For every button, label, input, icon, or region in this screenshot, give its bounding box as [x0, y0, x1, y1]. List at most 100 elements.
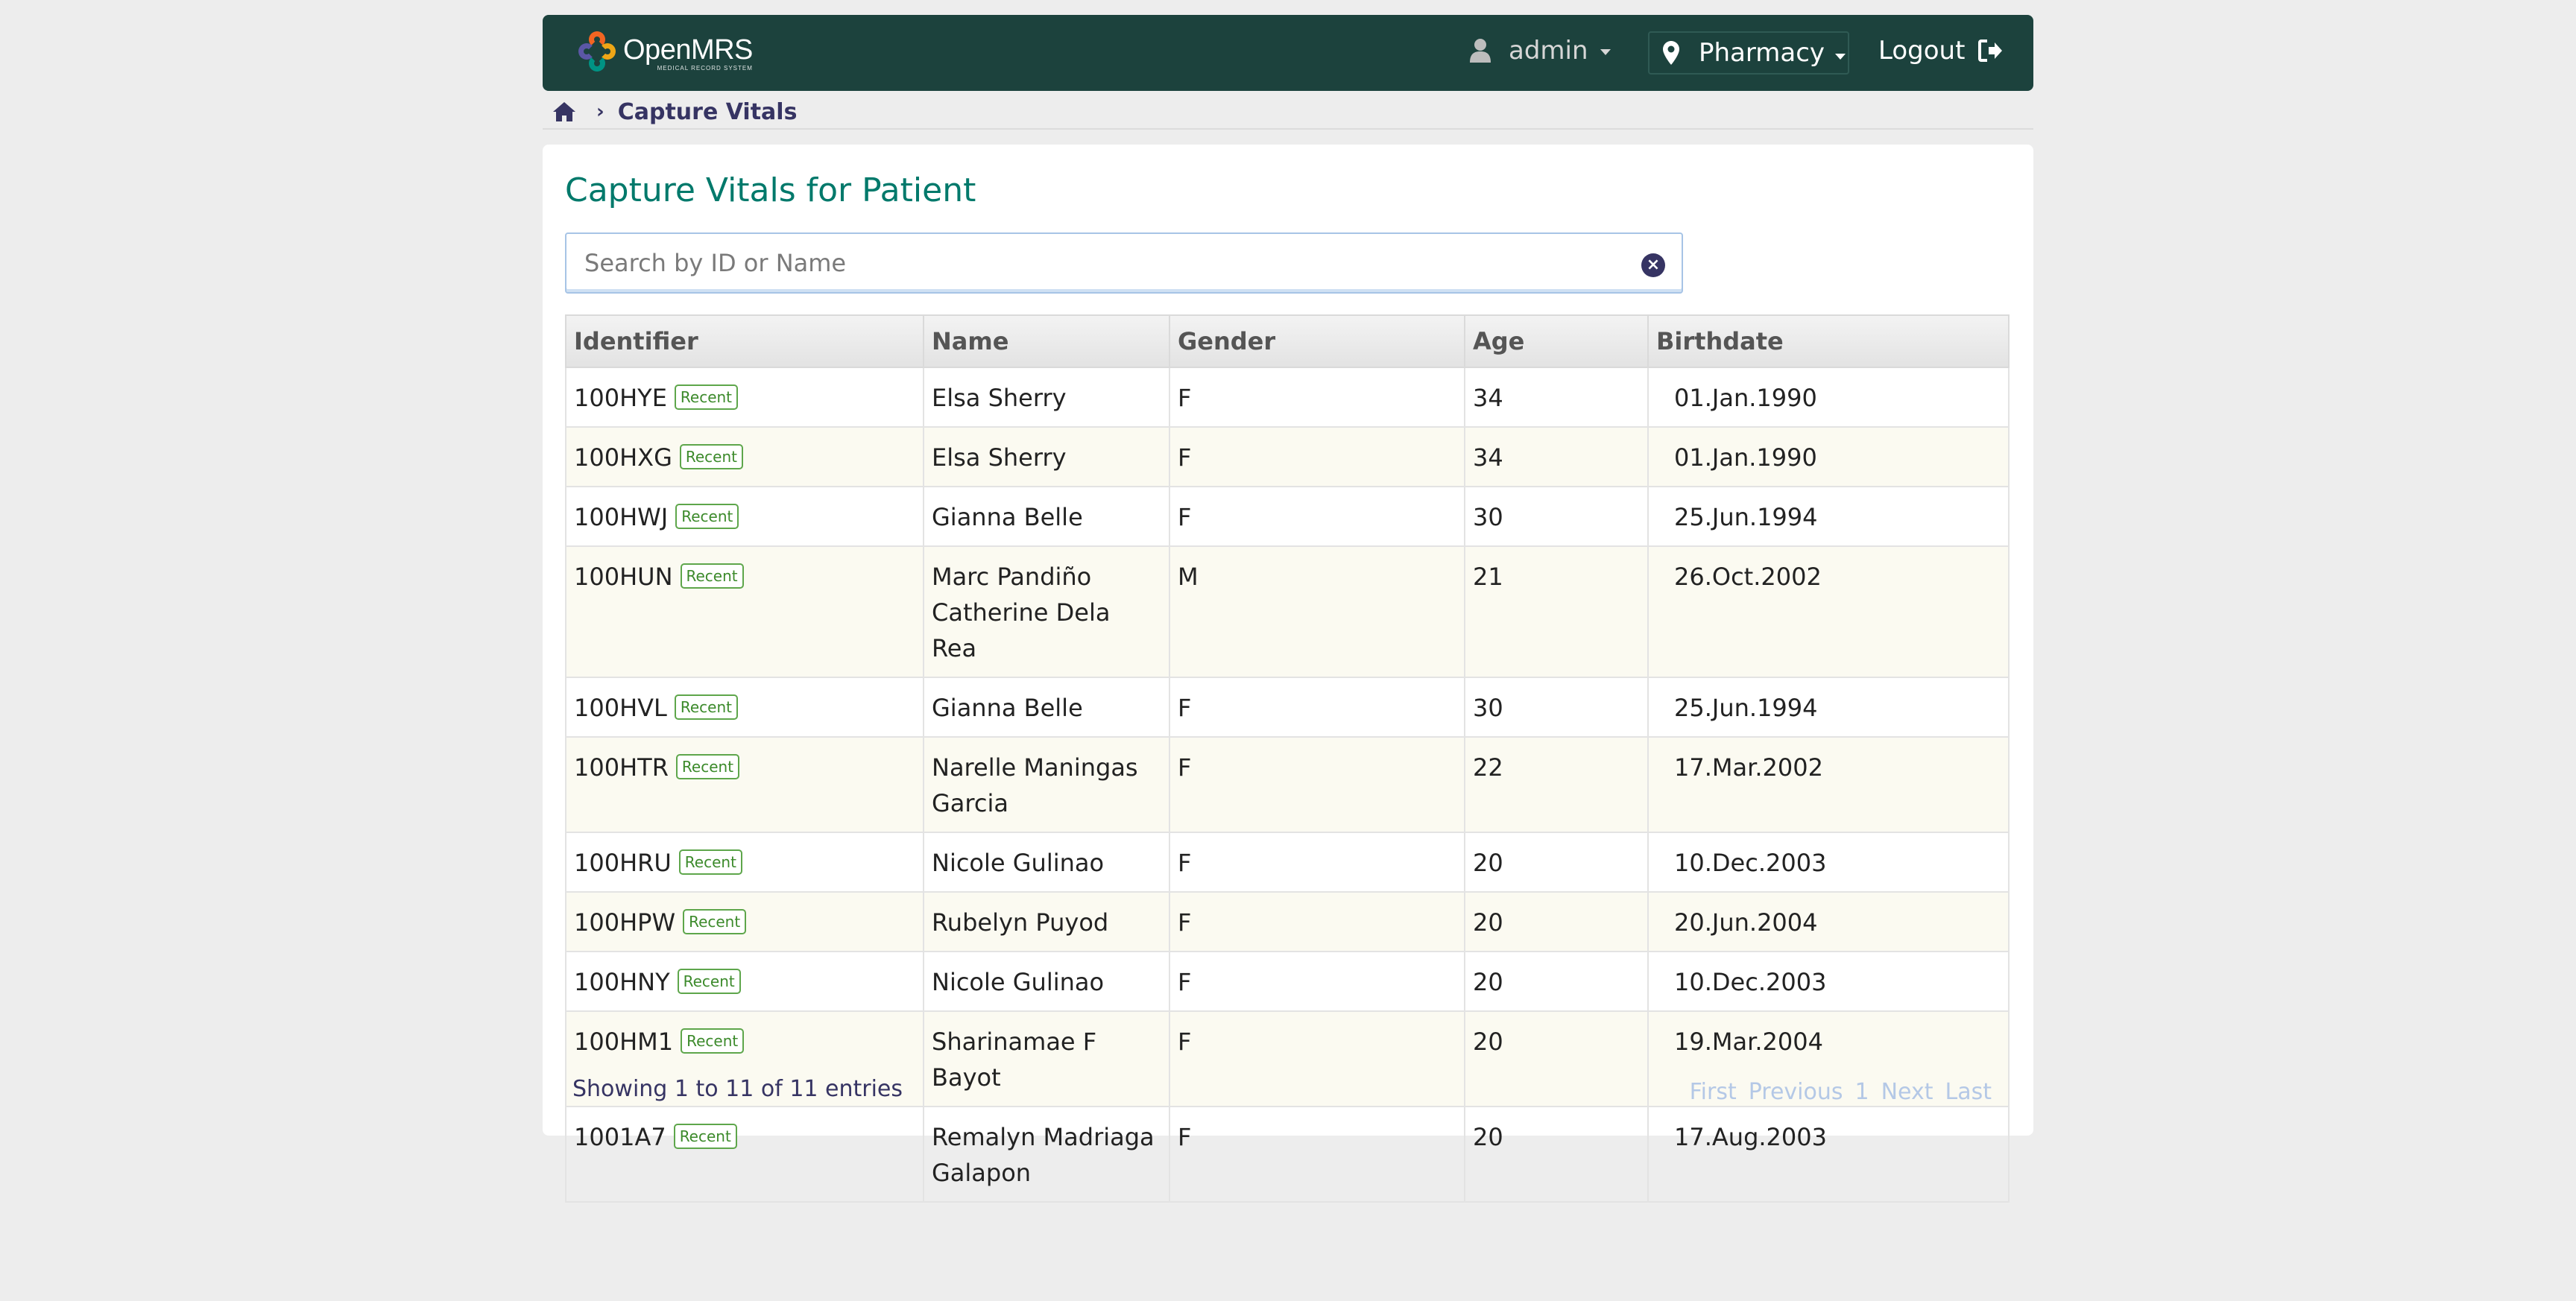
table-row[interactable]: 1001A7 Recent Remalyn Madriaga Galapon F 20 1… [565, 1106, 2010, 1203]
cell-age: 20 [1464, 951, 1649, 1012]
cell-name: Rubelyn Puyod [923, 891, 1170, 952]
cell-gender: F [1169, 736, 1465, 833]
table-row[interactable]: 100HPW Recent Rubelyn Puyod F 20 20.Jun.2004 [565, 891, 2010, 952]
logout-button[interactable]: Logout [1878, 36, 2004, 66]
table-row[interactable]: 100HTR Recent Narelle Maningas Garcia F 22 17… [565, 736, 2010, 833]
map-marker-icon [1663, 41, 1679, 65]
cell-name: Nicole Gulinao [923, 832, 1170, 893]
cell-identifier: 100HPW Recent [565, 891, 924, 952]
cell-birthdate: 17.Aug.2003 [1647, 1106, 2010, 1203]
clear-search-icon[interactable]: × [1641, 253, 1665, 277]
pager-first[interactable]: First [1690, 1079, 1737, 1105]
cell-identifier: 100HYE Recent [565, 367, 924, 428]
cell-age: 20 [1464, 1010, 1649, 1107]
top-navbar: OpenMRS MEDICAL RECORD SYSTEM admin Phar… [543, 15, 2033, 91]
cell-identifier: 100HRU Recent [565, 832, 924, 893]
recent-badge: Recent [680, 563, 744, 589]
cell-name: Gianna Belle [923, 677, 1170, 738]
cell-birthdate: 20.Jun.2004 [1647, 891, 2010, 952]
patient-identifier: 100HRU [574, 849, 672, 877]
column-header-name[interactable]: Name [923, 314, 1170, 368]
cell-name: Nicole Gulinao [923, 951, 1170, 1012]
location-name: Pharmacy [1699, 38, 1825, 68]
patient-identifier: 100HPW [574, 908, 676, 937]
patient-identifier: 100HM1 [574, 1028, 674, 1056]
patient-identifier: 100HVL [574, 694, 667, 722]
cell-age: 34 [1464, 367, 1649, 428]
table-row[interactable]: 100HXG Recent Elsa Sherry F 34 01.Jan.1990 [565, 426, 2010, 487]
recent-badge: Recent [675, 504, 739, 529]
cell-birthdate: 26.Oct.2002 [1647, 545, 2010, 678]
user-menu[interactable]: admin [1470, 36, 1611, 66]
user-name: admin [1509, 36, 1588, 66]
home-icon[interactable] [552, 101, 577, 123]
cell-identifier: 1001A7 Recent [565, 1106, 924, 1203]
cell-gender: F [1169, 677, 1465, 738]
cell-gender: F [1169, 891, 1465, 952]
pagination: First Previous 1 Next Last [1678, 1079, 1992, 1105]
cell-identifier: 100HTR Recent [565, 736, 924, 833]
cell-gender: F [1169, 1106, 1465, 1203]
cell-identifier: 100HNY Recent [565, 951, 924, 1012]
cell-identifier: 100HXG Recent [565, 426, 924, 487]
main-content: Capture Vitals for Patient × Identifier … [543, 145, 2033, 1203]
cell-gender: F [1169, 426, 1465, 487]
entries-info: Showing 1 to 11 of 11 entries [572, 1076, 903, 1102]
recent-badge: Recent [683, 909, 747, 934]
column-header-identifier[interactable]: Identifier [565, 314, 924, 368]
chevron-down-icon [1600, 49, 1611, 55]
recent-badge: Recent [673, 1124, 737, 1149]
cell-birthdate: 17.Mar.2002 [1647, 736, 2010, 833]
patient-identifier: 100HXG [574, 443, 672, 472]
cell-name: Gianna Belle [923, 486, 1170, 547]
logo-subtitle: MEDICAL RECORD SYSTEM [657, 64, 753, 72]
cell-name: Remalyn Madriaga Galapon [923, 1106, 1170, 1203]
cell-age: 20 [1464, 891, 1649, 952]
breadcrumb: › Capture Vitals [552, 97, 797, 127]
pager-previous[interactable]: Previous [1749, 1079, 1843, 1105]
patient-identifier: 100HWJ [574, 503, 669, 531]
patient-identifier: 100HUN [574, 563, 673, 591]
cell-age: 30 [1464, 486, 1649, 547]
table-row[interactable]: 100HNY Recent Nicole Gulinao F 20 10.Dec.2003 [565, 951, 2010, 1012]
user-icon [1470, 39, 1491, 63]
cell-birthdate: 25.Jun.1994 [1647, 486, 2010, 547]
cell-birthdate: 01.Jan.1990 [1647, 367, 2010, 428]
location-selector[interactable]: Pharmacy [1648, 31, 1849, 75]
recent-badge: Recent [677, 969, 741, 994]
column-header-gender[interactable]: Gender [1169, 314, 1465, 368]
chevron-down-icon [1835, 54, 1846, 60]
cell-identifier: 100HWJ Recent [565, 486, 924, 547]
recent-badge: Recent [675, 754, 740, 779]
column-header-age[interactable]: Age [1464, 314, 1649, 368]
cell-age: 20 [1464, 1106, 1649, 1203]
patient-identifier: 100HYE [574, 384, 667, 412]
cell-age: 34 [1464, 426, 1649, 487]
table-row[interactable]: 100HUN Recent Marc Pandiño Catherine Dela … [565, 545, 2010, 678]
cell-name: Elsa Sherry [923, 367, 1170, 428]
recent-badge: Recent [674, 694, 738, 720]
patient-identifier: 100HTR [574, 753, 669, 782]
column-header-birthdate[interactable]: Birthdate [1647, 314, 2010, 368]
chevron-right-icon: › [596, 101, 604, 123]
cell-gender: F [1169, 367, 1465, 428]
cell-gender: F [1169, 951, 1465, 1012]
pager-page-1[interactable]: 1 [1855, 1079, 1869, 1105]
cell-identifier: 100HVL Recent [565, 677, 924, 738]
cell-birthdate: 01.Jan.1990 [1647, 426, 2010, 487]
cell-name: Elsa Sherry [923, 426, 1170, 487]
table-row[interactable]: 100HWJ Recent Gianna Belle F 30 25.Jun.1994 [565, 486, 2010, 547]
table-row[interactable]: 100HYE Recent Elsa Sherry F 34 01.Jan.1990 [565, 367, 2010, 428]
cell-name: Narelle Maningas Garcia [923, 736, 1170, 833]
table-row[interactable]: 100HVL Recent Gianna Belle F 30 25.Jun.1994 [565, 677, 2010, 738]
recent-badge: Recent [674, 384, 739, 410]
openmrs-logo[interactable]: OpenMRS MEDICAL RECORD SYSTEM [578, 31, 753, 75]
pager-last[interactable]: Last [1945, 1079, 1992, 1105]
pager-next[interactable]: Next [1881, 1079, 1933, 1105]
cell-name: Marc Pandiño Catherine Dela Rea [923, 545, 1170, 678]
cell-age: 20 [1464, 832, 1649, 893]
cell-age: 21 [1464, 545, 1649, 678]
search-input[interactable] [566, 234, 1682, 292]
openmrs-logo-icon [578, 31, 616, 75]
table-row[interactable]: 100HRU Recent Nicole Gulinao F 20 10.Dec.2003 [565, 832, 2010, 893]
